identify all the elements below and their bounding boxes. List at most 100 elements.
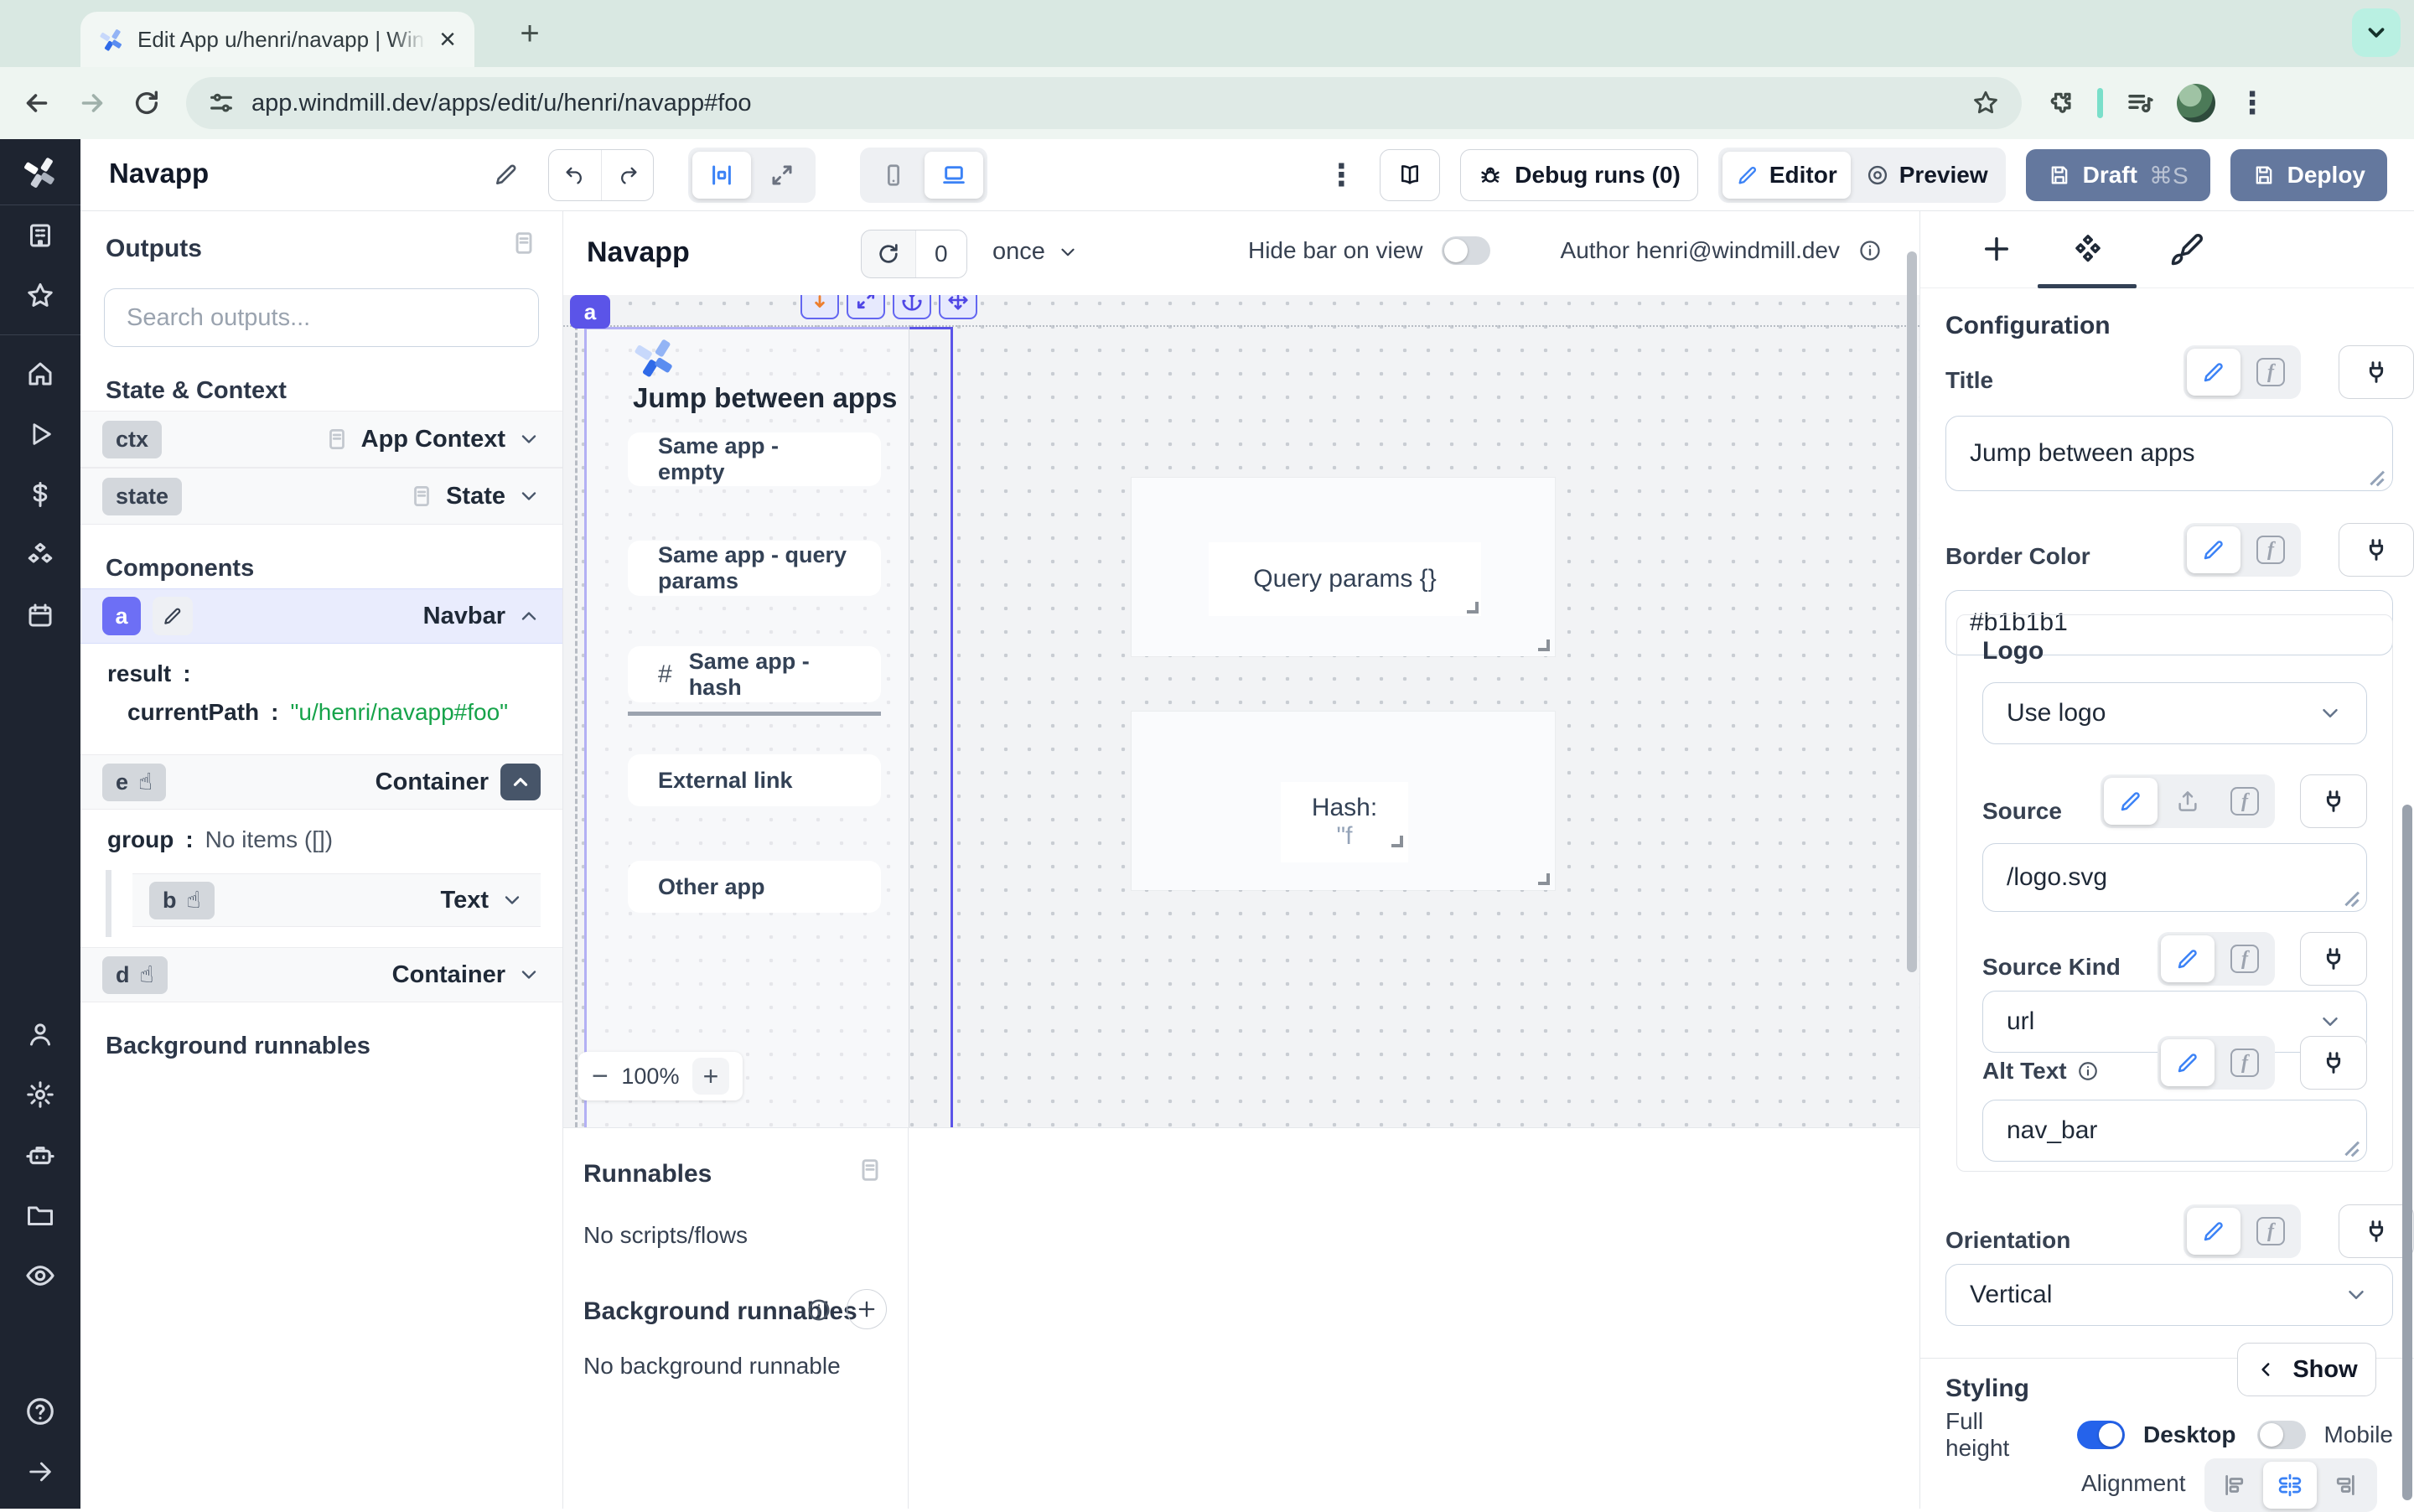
- align-center-button[interactable]: [2263, 1462, 2317, 1509]
- zoom-in-button[interactable]: +: [692, 1058, 729, 1095]
- resize-handle[interactable]: [1467, 602, 1479, 614]
- insert-component-tab[interactable]: [1979, 231, 2014, 267]
- tab-close-icon[interactable]: ×: [439, 25, 456, 54]
- navbar-item-empty[interactable]: Same app - empty: [628, 432, 881, 486]
- rail-workers-item[interactable]: [0, 1125, 80, 1185]
- edit-id-icon[interactable]: [153, 597, 193, 635]
- extensions-icon[interactable]: [2047, 89, 2075, 117]
- site-settings-icon[interactable]: [208, 90, 235, 117]
- browser-tab[interactable]: Edit App u/henri/navapp | Win ×: [80, 12, 474, 67]
- resize-handle[interactable]: [1538, 639, 1550, 651]
- full-height-mobile-toggle[interactable]: [2257, 1421, 2305, 1449]
- editor-tab[interactable]: Editor: [1722, 152, 1851, 199]
- more-options-icon[interactable]: ⋮: [1326, 158, 1356, 193]
- resize-handle[interactable]: [1538, 873, 1550, 885]
- source-input[interactable]: [1982, 843, 2367, 912]
- info-icon[interactable]: [2077, 1060, 2099, 1082]
- inspector-scrollbar[interactable]: [2402, 805, 2412, 1500]
- group-row[interactable]: group:No items ([]): [107, 826, 333, 853]
- static-mode-button[interactable]: [2187, 526, 2240, 573]
- current-path-row[interactable]: currentPath:"u/henri/navapp#foo": [127, 699, 508, 726]
- rail-variables-item[interactable]: [0, 464, 80, 525]
- component-row-text-b[interactable]: b☝ Text: [132, 873, 541, 927]
- fx-mode-button[interactable]: f: [2244, 349, 2297, 396]
- deploy-button[interactable]: Deploy: [2230, 149, 2387, 201]
- hash-container[interactable]: Hash: "f: [1132, 712, 1555, 890]
- url-text[interactable]: app.windmill.dev/apps/edit/u/henri/navap…: [251, 90, 1955, 117]
- navbar-item-external-link[interactable]: External link: [628, 754, 881, 806]
- component-settings-tab[interactable]: [2070, 231, 2106, 268]
- rail-folders-item[interactable]: [0, 1185, 80, 1245]
- navbar-item-query-params[interactable]: Same app - query params: [628, 541, 881, 596]
- redo-button[interactable]: [601, 150, 653, 200]
- move-component-button[interactable]: [939, 295, 977, 319]
- component-row-navbar[interactable]: a Navbar: [80, 588, 562, 644]
- fx-mode-button[interactable]: f: [2218, 935, 2272, 982]
- result-key-row[interactable]: result:: [107, 660, 203, 687]
- rail-runs-item[interactable]: [0, 404, 80, 464]
- chevron-up-icon[interactable]: [517, 604, 541, 628]
- mobile-view-button[interactable]: [864, 152, 923, 199]
- rail-users-item[interactable]: [0, 1004, 80, 1064]
- refresh-icon[interactable]: [862, 230, 915, 277]
- anchor-component-button[interactable]: [893, 295, 931, 319]
- title-input[interactable]: [1945, 416, 2393, 491]
- chevron-down-icon[interactable]: [517, 963, 541, 986]
- rail-audit-item[interactable]: [0, 1245, 80, 1306]
- component-row-container-d[interactable]: d☝ Container: [80, 947, 562, 1002]
- info-icon[interactable]: [1858, 239, 1882, 262]
- component-row-container-e[interactable]: e☝ Container: [80, 754, 562, 810]
- ctx-row[interactable]: ctx App Context: [80, 411, 562, 468]
- docs-button[interactable]: [1380, 149, 1440, 201]
- canvas-area[interactable]: a Jump between apps: [563, 295, 1919, 1127]
- rail-apps-item[interactable]: [0, 205, 80, 266]
- connect-input-button[interactable]: [2339, 523, 2414, 577]
- full-height-desktop-toggle[interactable]: [2077, 1421, 2125, 1449]
- chrome-collapse-button[interactable]: [2352, 8, 2401, 57]
- info-icon[interactable]: [806, 1297, 831, 1323]
- chevron-down-icon[interactable]: [517, 427, 541, 451]
- fx-mode-button[interactable]: f: [2244, 1208, 2297, 1255]
- forward-button[interactable]: [77, 88, 107, 118]
- rename-app-icon[interactable]: [493, 161, 520, 188]
- bookmark-star-icon[interactable]: [1971, 89, 2000, 117]
- align-right-button[interactable]: [2318, 1462, 2372, 1509]
- run-mode-select[interactable]: once: [992, 238, 1079, 266]
- undo-button[interactable]: [549, 150, 601, 200]
- zoom-out-button[interactable]: −: [592, 1062, 609, 1090]
- desktop-view-button[interactable]: [925, 152, 983, 199]
- fullscreen-layout-button[interactable]: [753, 152, 811, 199]
- logo-select[interactable]: Use logo: [1982, 682, 2367, 744]
- state-row[interactable]: state State: [80, 468, 562, 525]
- connect-input-button[interactable]: [2339, 345, 2414, 399]
- query-params-container[interactable]: Query params {}: [1132, 478, 1555, 656]
- centered-layout-button[interactable]: [692, 152, 751, 199]
- back-button[interactable]: [22, 88, 52, 118]
- add-background-runnable-button[interactable]: [847, 1289, 887, 1329]
- upload-mode-button[interactable]: [2161, 778, 2215, 825]
- alt-text-input[interactable]: [1982, 1100, 2367, 1162]
- canvas-scrollbar[interactable]: [1907, 251, 1917, 972]
- windmill-logo[interactable]: [0, 139, 80, 205]
- resize-handle[interactable]: [1391, 836, 1403, 847]
- fx-mode-button[interactable]: f: [2218, 1039, 2272, 1086]
- fx-mode-button[interactable]: f: [2218, 778, 2272, 825]
- chevron-down-icon[interactable]: [500, 888, 524, 912]
- static-mode-button[interactable]: [2187, 349, 2240, 396]
- profile-avatar[interactable]: [2177, 84, 2215, 122]
- rail-home-item[interactable]: [0, 344, 80, 404]
- fx-mode-button[interactable]: f: [2244, 526, 2297, 573]
- chevron-down-icon[interactable]: [517, 484, 541, 508]
- static-mode-button[interactable]: [2104, 778, 2158, 825]
- panel-log-icon[interactable]: [510, 230, 537, 256]
- hide-bar-toggle[interactable]: [1442, 236, 1490, 265]
- static-mode-button[interactable]: [2161, 1039, 2215, 1086]
- connect-input-button[interactable]: [2300, 774, 2367, 828]
- static-mode-button[interactable]: [2187, 1208, 2240, 1255]
- rail-settings-item[interactable]: [0, 1064, 80, 1125]
- collapse-button[interactable]: [500, 764, 541, 800]
- new-tab-button[interactable]: +: [508, 12, 552, 55]
- reload-button[interactable]: [132, 89, 161, 117]
- rail-schedules-item[interactable]: [0, 585, 80, 645]
- rail-expand-item[interactable]: [0, 1442, 80, 1502]
